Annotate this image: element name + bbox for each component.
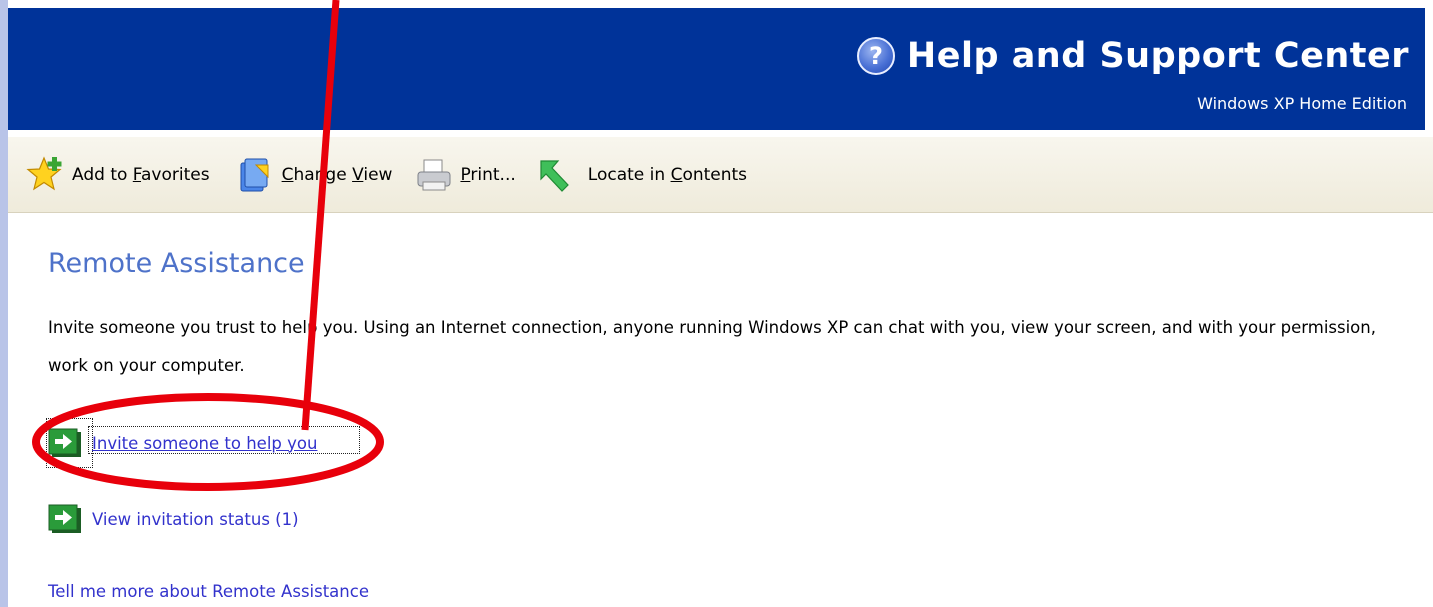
tell-me-more-link[interactable]: Tell me more about Remote Assistance — [48, 582, 369, 601]
help-icon: ? — [856, 37, 895, 75]
print-button[interactable]: Print... — [408, 147, 521, 203]
intro-text: Invite someone you trust to help you. Us… — [48, 318, 1376, 375]
locate-arrow-icon — [540, 159, 569, 192]
locate-in-contents-button[interactable]: Locate in Contents — [530, 147, 753, 203]
toolbar: Add to Favorites Change View Print... Lo… — [8, 137, 1433, 213]
invite-someone-task[interactable]: Invite someone to help you — [48, 428, 317, 458]
header-title: Help and Support Center — [906, 36, 1409, 76]
view-invitation-status-link[interactable]: View invitation status (1) — [92, 510, 299, 529]
window-frame-left — [0, 0, 8, 607]
main-content: Remote Assistance Invite someone you tru… — [48, 248, 1408, 385]
view-invitation-status-task[interactable]: View invitation status (1) — [48, 504, 299, 534]
print-label: Print... — [460, 164, 516, 185]
green-arrow-icon — [48, 428, 81, 457]
header-banner: ? Help and Support Center Windows XP Hom… — [8, 8, 1425, 130]
printer-icon — [417, 159, 451, 190]
header-title-row: ? Help and Support Center — [856, 36, 1409, 76]
green-arrow-icon — [48, 504, 81, 533]
favorites-star-icon — [26, 155, 62, 190]
change-view-button[interactable]: Change View — [230, 147, 399, 203]
locate-in-contents-label: Locate in Contents — [587, 164, 748, 185]
invite-someone-link[interactable]: Invite someone to help you — [92, 434, 317, 453]
change-view-icon — [240, 158, 269, 191]
page-title: Remote Assistance — [48, 248, 305, 279]
add-to-favorites-label: Add to Favorites — [72, 164, 210, 185]
header-subtitle: Windows XP Home Edition — [1197, 94, 1407, 113]
add-to-favorites-button[interactable]: Add to Favorites — [20, 147, 216, 203]
change-view-label: Change View — [281, 164, 393, 185]
